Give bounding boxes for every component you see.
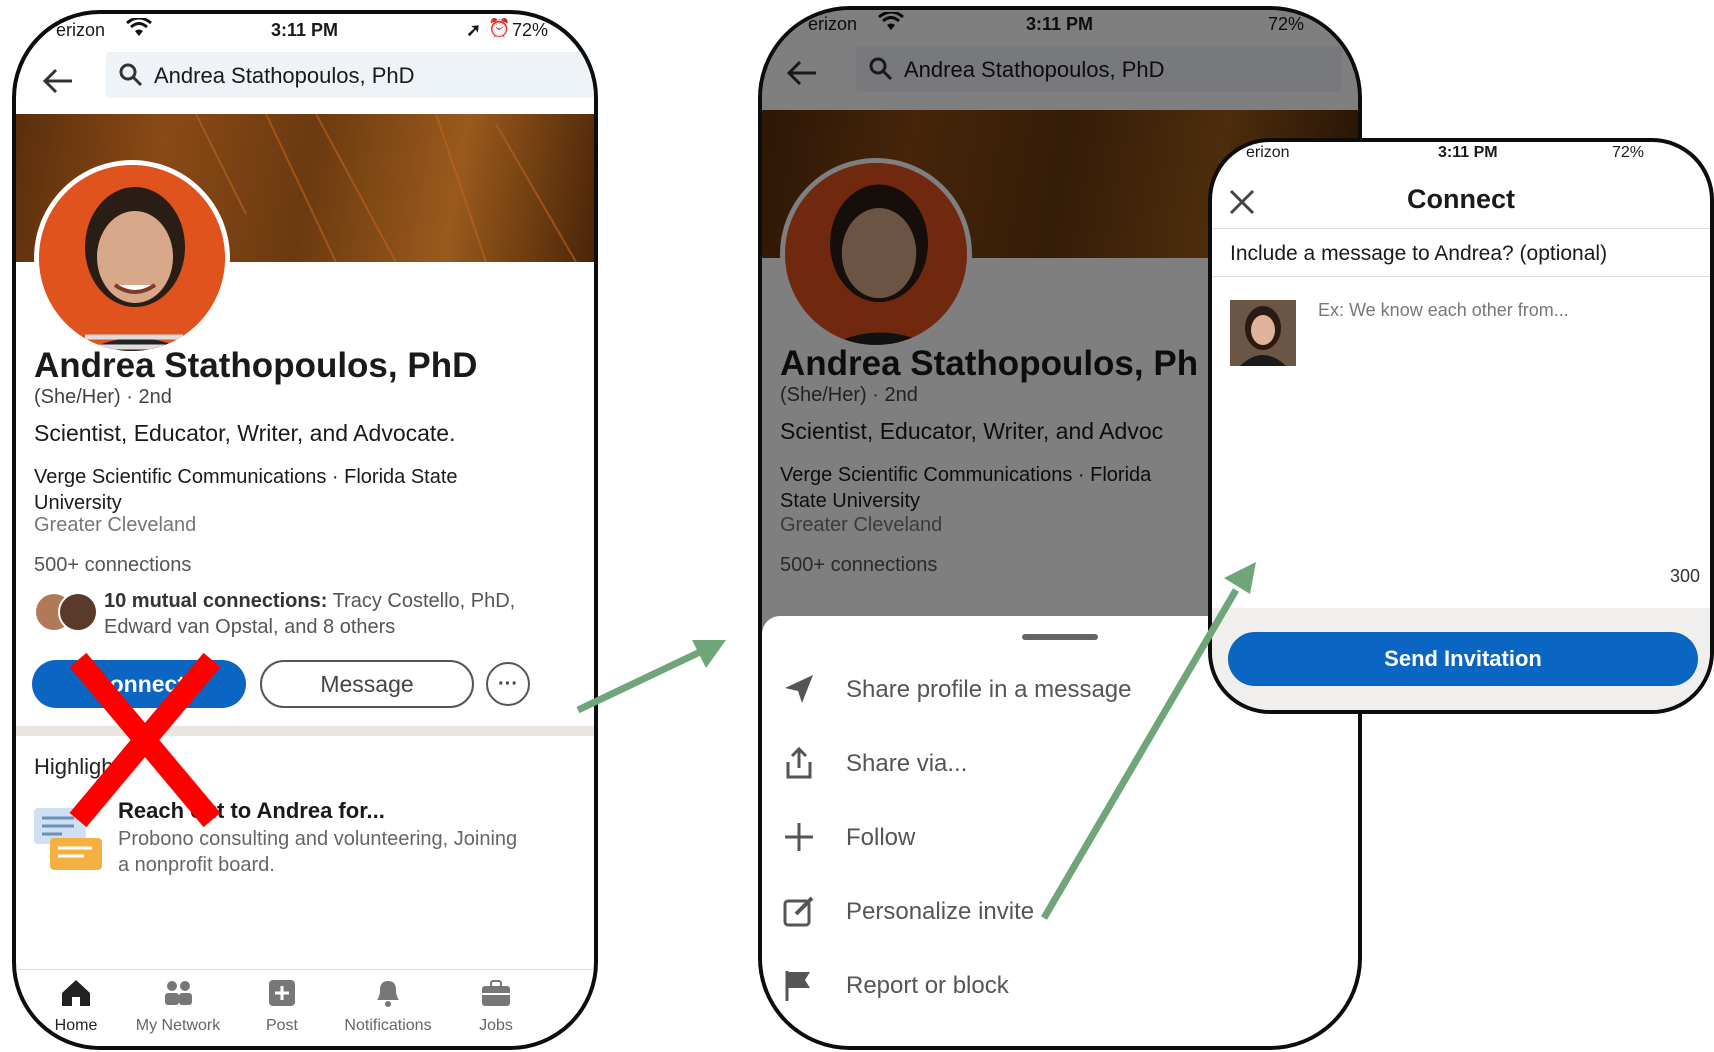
arrow-to-menu [576, 640, 726, 714]
annotation-arrows [576, 562, 1256, 920]
arrow-to-connect-dialog [1040, 562, 1256, 920]
